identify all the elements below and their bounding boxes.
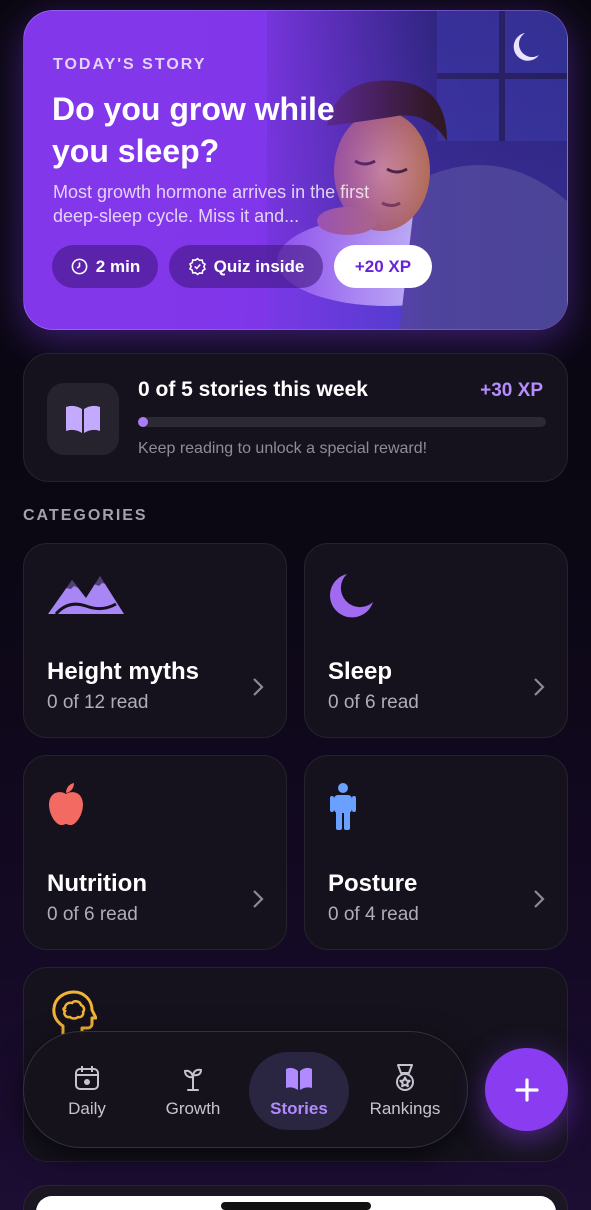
weekly-progress-fill xyxy=(138,417,148,427)
moon-icon xyxy=(330,574,373,618)
tab-daily[interactable]: Daily xyxy=(37,1052,137,1130)
apple-icon xyxy=(49,783,83,826)
home-indicator xyxy=(221,1202,371,1210)
tab-growth[interactable]: Growth xyxy=(143,1052,243,1130)
medal-icon xyxy=(396,1064,414,1091)
open-book-icon xyxy=(286,1067,312,1090)
chevron-right-icon xyxy=(253,890,264,908)
chevron-right-icon xyxy=(534,890,545,908)
category-card-nutrition[interactable]: Nutrition 0 of 6 read xyxy=(23,755,287,950)
sprout-icon xyxy=(183,1068,203,1091)
mountains-icon xyxy=(48,576,124,616)
weekly-progress-bar xyxy=(138,417,546,427)
duration-chip: 2 min xyxy=(52,245,158,288)
category-read-count: 0 of 6 read xyxy=(328,692,419,713)
open-book-icon xyxy=(66,405,100,433)
weekly-icon-box xyxy=(47,383,119,455)
hero-kicker: TODAY'S STORY xyxy=(53,56,207,73)
category-read-count: 0 of 12 read xyxy=(47,692,149,713)
category-name: Posture xyxy=(328,870,418,897)
category-name: Nutrition xyxy=(47,870,147,897)
tab-label: Rankings xyxy=(369,1099,441,1118)
tab-label: Stories xyxy=(270,1099,328,1118)
chevron-right-icon xyxy=(253,678,264,696)
category-read-count: 0 of 4 read xyxy=(328,904,419,925)
clock-icon xyxy=(71,258,88,275)
person-icon xyxy=(330,783,356,830)
xp-reward-chip: +20 XP xyxy=(334,245,432,288)
weekly-hint: Keep reading to unlock a special reward! xyxy=(138,440,428,457)
calendar-icon xyxy=(75,1066,99,1090)
category-name: Height myths xyxy=(47,658,200,685)
chevron-right-icon xyxy=(534,678,545,696)
story-description: Most growth hormone arrives in the first… xyxy=(53,182,370,226)
todays-story-card[interactable]: TODAY'S STORY Do you grow while you slee… xyxy=(23,10,568,330)
weekly-progress-card[interactable]: 0 of 5 stories this week +30 XP Keep rea… xyxy=(23,353,568,482)
category-card-posture[interactable]: Posture 0 of 4 read xyxy=(304,755,568,950)
quiz-badge-icon xyxy=(188,257,206,276)
quiz-chip: Quiz inside xyxy=(169,245,323,288)
category-card-sleep[interactable]: Sleep 0 of 6 read xyxy=(304,543,568,738)
category-read-count: 0 of 6 read xyxy=(47,904,138,925)
tab-label: Growth xyxy=(165,1099,221,1118)
quiz-label: Quiz inside xyxy=(213,256,305,276)
plus-icon xyxy=(514,1077,539,1102)
category-card-height-myths[interactable]: Height myths 0 of 12 read xyxy=(23,543,287,738)
bottom-tab-bar: Daily Growth Stories Rankings xyxy=(23,1031,468,1148)
duration-label: 2 min xyxy=(95,256,141,276)
weekly-xp-reward: +30 XP xyxy=(480,380,543,401)
category-name: Sleep xyxy=(328,658,393,685)
weekly-stories-count: 0 of 5 stories this week xyxy=(138,378,368,401)
tab-stories[interactable]: Stories xyxy=(249,1052,349,1130)
tab-rankings[interactable]: Rankings xyxy=(355,1052,455,1130)
tab-label: Daily xyxy=(68,1099,106,1118)
add-button[interactable] xyxy=(485,1048,568,1131)
story-title: Do you grow while you sleep? xyxy=(52,91,335,169)
categories-heading: CATEGORIES xyxy=(23,507,148,524)
